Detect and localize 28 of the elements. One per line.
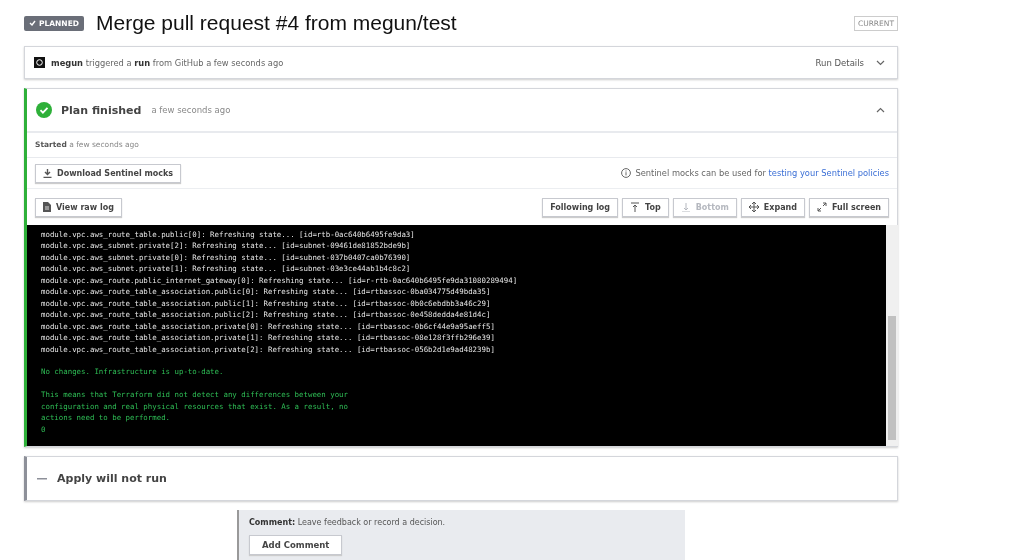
document-icon <box>43 202 51 212</box>
chevron-icon[interactable] <box>876 107 885 113</box>
info-icon <box>621 168 632 178</box>
scrollbar[interactable] <box>886 225 898 446</box>
fullscreen-button[interactable]: Full screen <box>808 197 889 217</box>
policies-link[interactable]: testing your Sentinel policies <box>768 168 889 178</box>
follow-log-button[interactable]: Following log <box>542 197 619 217</box>
info-text: Sentinel mocks can be used for testing your Sentinel policies <box>621 168 889 178</box>
view-raw-log-button[interactable]: View raw log <box>35 197 122 217</box>
apply-title: Apply will not run <box>57 472 167 485</box>
bottom-icon <box>680 202 691 212</box>
run-details-link[interactable]: Run Details <box>815 57 864 68</box>
plan-time: a few seconds ago <box>151 105 232 115</box>
top-icon <box>630 202 641 212</box>
run-title: Merge pull request #4 from megun/test <box>96 11 458 35</box>
trigger-text: megun triggered a run from GitHub a few seconds ago <box>51 57 285 68</box>
expand-button[interactable]: Expand <box>740 197 805 217</box>
comment-prompt: Comment: Leave feedback or record a decision. <box>249 518 447 527</box>
top-button[interactable]: Top <box>622 197 669 217</box>
avatar-icon <box>34 57 45 68</box>
check-icon <box>29 20 36 26</box>
expand-icon <box>748 202 759 212</box>
fullscreen-icon <box>816 202 827 212</box>
plan-title: Plan finished <box>61 103 142 117</box>
chevron-icon[interactable] <box>876 59 885 66</box>
download-icon <box>43 168 52 178</box>
download-button[interactable]: Download Sentinel mocks <box>35 163 182 183</box>
add-comment-button[interactable]: Add Comment <box>249 535 343 555</box>
